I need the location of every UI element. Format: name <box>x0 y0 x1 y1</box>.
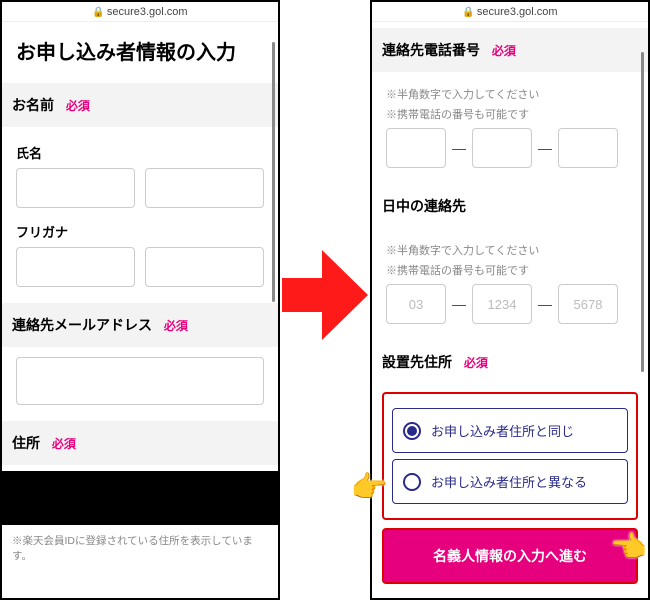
email-input[interactable] <box>16 357 264 405</box>
required-badge: 必須 <box>464 356 488 370</box>
scrollbar[interactable] <box>272 42 275 302</box>
section-install-label: 設置先住所 <box>382 354 452 370</box>
section-email-label: 連絡先メールアドレス <box>12 317 152 333</box>
address-bar: 🔒secure3.gol.com <box>372 2 648 22</box>
dash-icon: — <box>538 296 552 312</box>
dash-icon: — <box>538 140 552 156</box>
tel-hint-1: ※半角数字で入力してください <box>386 86 634 102</box>
proceed-button-label: 名義人情報の入力へ進む <box>433 548 587 564</box>
daytel-hint-2: ※携帯電話の番号も可能です <box>386 262 634 278</box>
address-footnote: ※楽天会員IDに登録されている住所を表示しています。 <box>12 533 268 563</box>
dash-icon: — <box>452 140 466 156</box>
section-daytime: 日中の連絡先 <box>372 184 648 228</box>
section-name: お名前 必須 <box>2 83 278 127</box>
required-badge: 必須 <box>66 99 90 113</box>
daytel-hint-1: ※半角数字で入力してください <box>386 242 634 258</box>
daytel-part-3[interactable] <box>558 284 618 324</box>
lock-icon: 🔒 <box>92 7 104 18</box>
required-badge: 必須 <box>164 319 188 333</box>
section-name-label: お名前 <box>12 97 54 113</box>
address-redacted <box>2 471 278 525</box>
dash-icon: — <box>452 296 466 312</box>
url-text: secure3.gol.com <box>107 6 188 18</box>
radio-dot-icon <box>403 422 421 440</box>
section-install-address: 設置先住所 必須 <box>372 340 648 384</box>
section-tel-label: 連絡先電話番号 <box>382 42 480 58</box>
firstname-input[interactable] <box>145 168 264 208</box>
proceed-button[interactable]: 名義人情報の入力へ進む <box>382 528 638 584</box>
tel-part-1[interactable] <box>386 128 446 168</box>
tel-part-2[interactable] <box>472 128 532 168</box>
install-address-radio-group: お申し込み者住所と同じ お申し込み者住所と異なる <box>382 392 638 520</box>
section-email: 連絡先メールアドレス 必須 <box>2 303 278 347</box>
radio-same-address[interactable]: お申し込み者住所と同じ <box>392 408 628 453</box>
section-daytime-label: 日中の連絡先 <box>382 198 466 214</box>
required-badge: 必須 <box>492 44 516 58</box>
screenshot-right: 🔒secure3.gol.com 連絡先電話番号 必須 ※半角数字で入力してくだ… <box>370 0 650 600</box>
radio-different-address[interactable]: お申し込み者住所と異なる <box>392 459 628 504</box>
radio-diff-label: お申し込み者住所と異なる <box>431 472 587 491</box>
lock-icon: 🔒 <box>462 7 474 18</box>
furigana-label: フリガナ <box>16 222 264 241</box>
section-address: 住所 必須 <box>2 421 278 465</box>
lastname-kana-input[interactable] <box>16 247 135 287</box>
daytel-part-2[interactable] <box>472 284 532 324</box>
scrollbar[interactable] <box>641 52 644 372</box>
shimei-label: 氏名 <box>16 143 264 162</box>
tel-part-3[interactable] <box>558 128 618 168</box>
radio-same-label: お申し込み者住所と同じ <box>431 421 574 440</box>
arrow-icon <box>282 250 368 340</box>
section-address-label: 住所 <box>12 435 40 451</box>
screenshot-left: 🔒secure3.gol.com お申し込み者情報の入力 お名前 必須 氏名 フ… <box>0 0 280 600</box>
lastname-input[interactable] <box>16 168 135 208</box>
daytel-part-1[interactable] <box>386 284 446 324</box>
radio-dot-icon <box>403 473 421 491</box>
tel-hint-2: ※携帯電話の番号も可能です <box>386 106 634 122</box>
required-badge: 必須 <box>52 437 76 451</box>
url-text: secure3.gol.com <box>477 6 558 18</box>
page-title: お申し込み者情報の入力 <box>16 36 264 65</box>
address-bar: 🔒secure3.gol.com <box>2 2 278 22</box>
section-tel: 連絡先電話番号 必須 <box>372 28 648 72</box>
firstname-kana-input[interactable] <box>145 247 264 287</box>
